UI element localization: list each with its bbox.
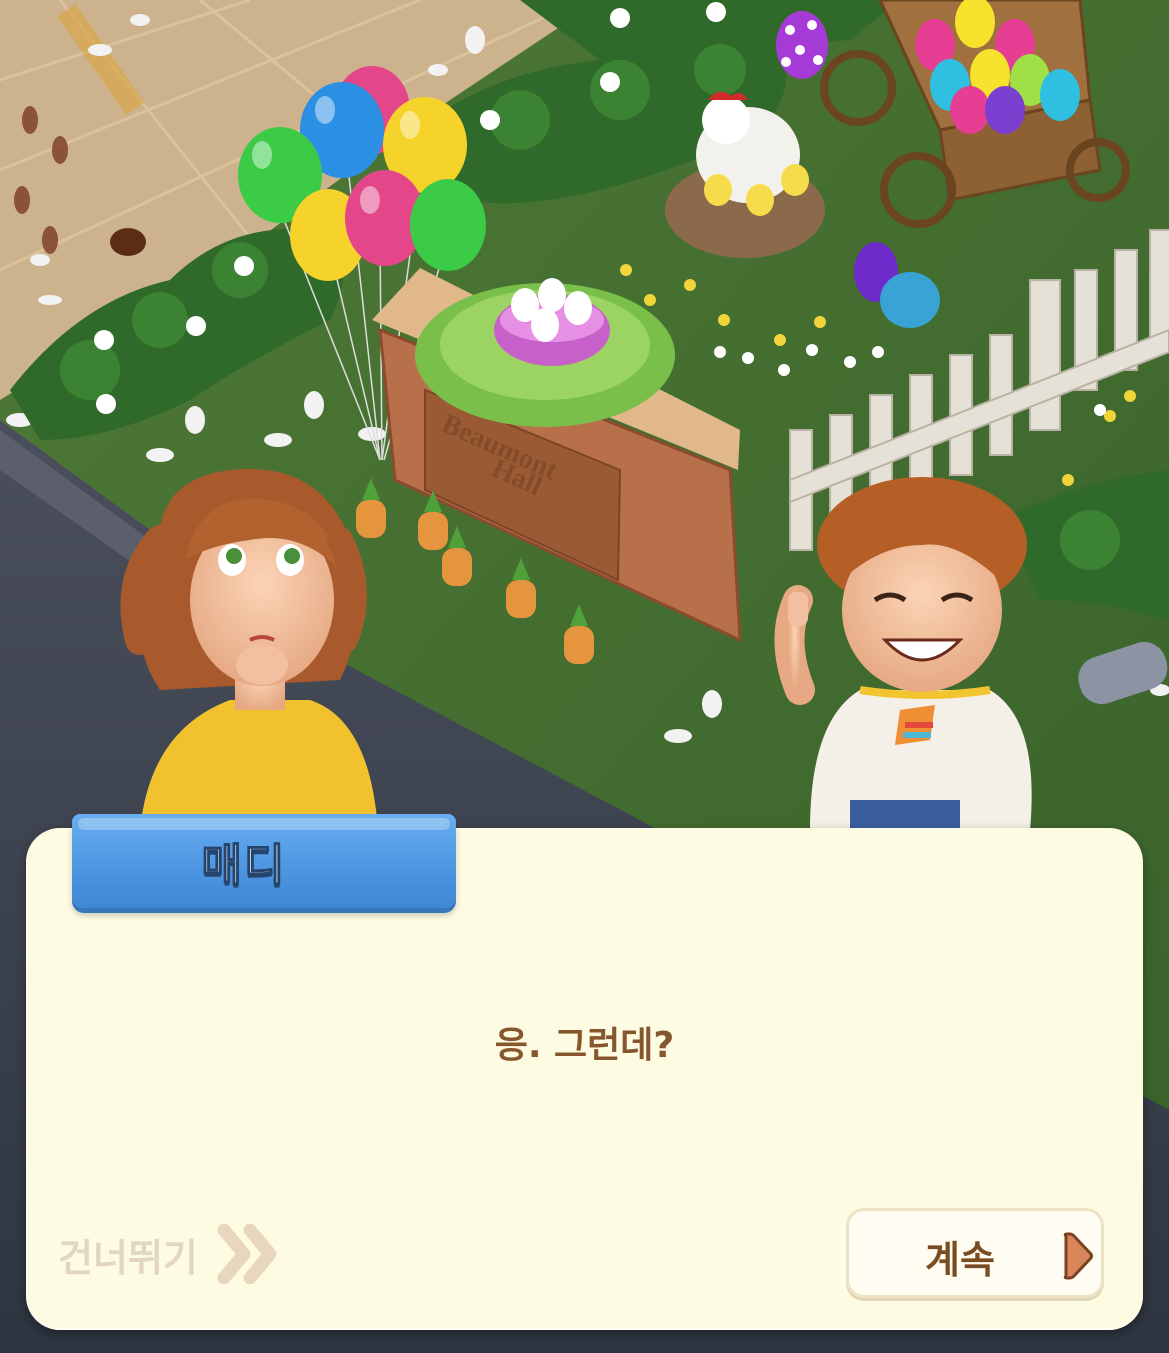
skip-label: 건너뛰기: [58, 1235, 198, 1280]
continue-label: 계속: [925, 1238, 995, 1282]
dialog-message: 응. 그런데?: [494, 1025, 675, 1066]
speaker-name-tab: 매디: [72, 814, 456, 908]
play-triangle-icon: [1063, 1232, 1093, 1280]
speaker-name: 매디: [201, 839, 287, 892]
continue-button[interactable]: 계속: [846, 1208, 1104, 1298]
double-chevron-right-icon: [217, 1224, 277, 1284]
skip-button[interactable]: 건너뛰기: [58, 1222, 280, 1286]
maddie-character: [120, 468, 378, 830]
